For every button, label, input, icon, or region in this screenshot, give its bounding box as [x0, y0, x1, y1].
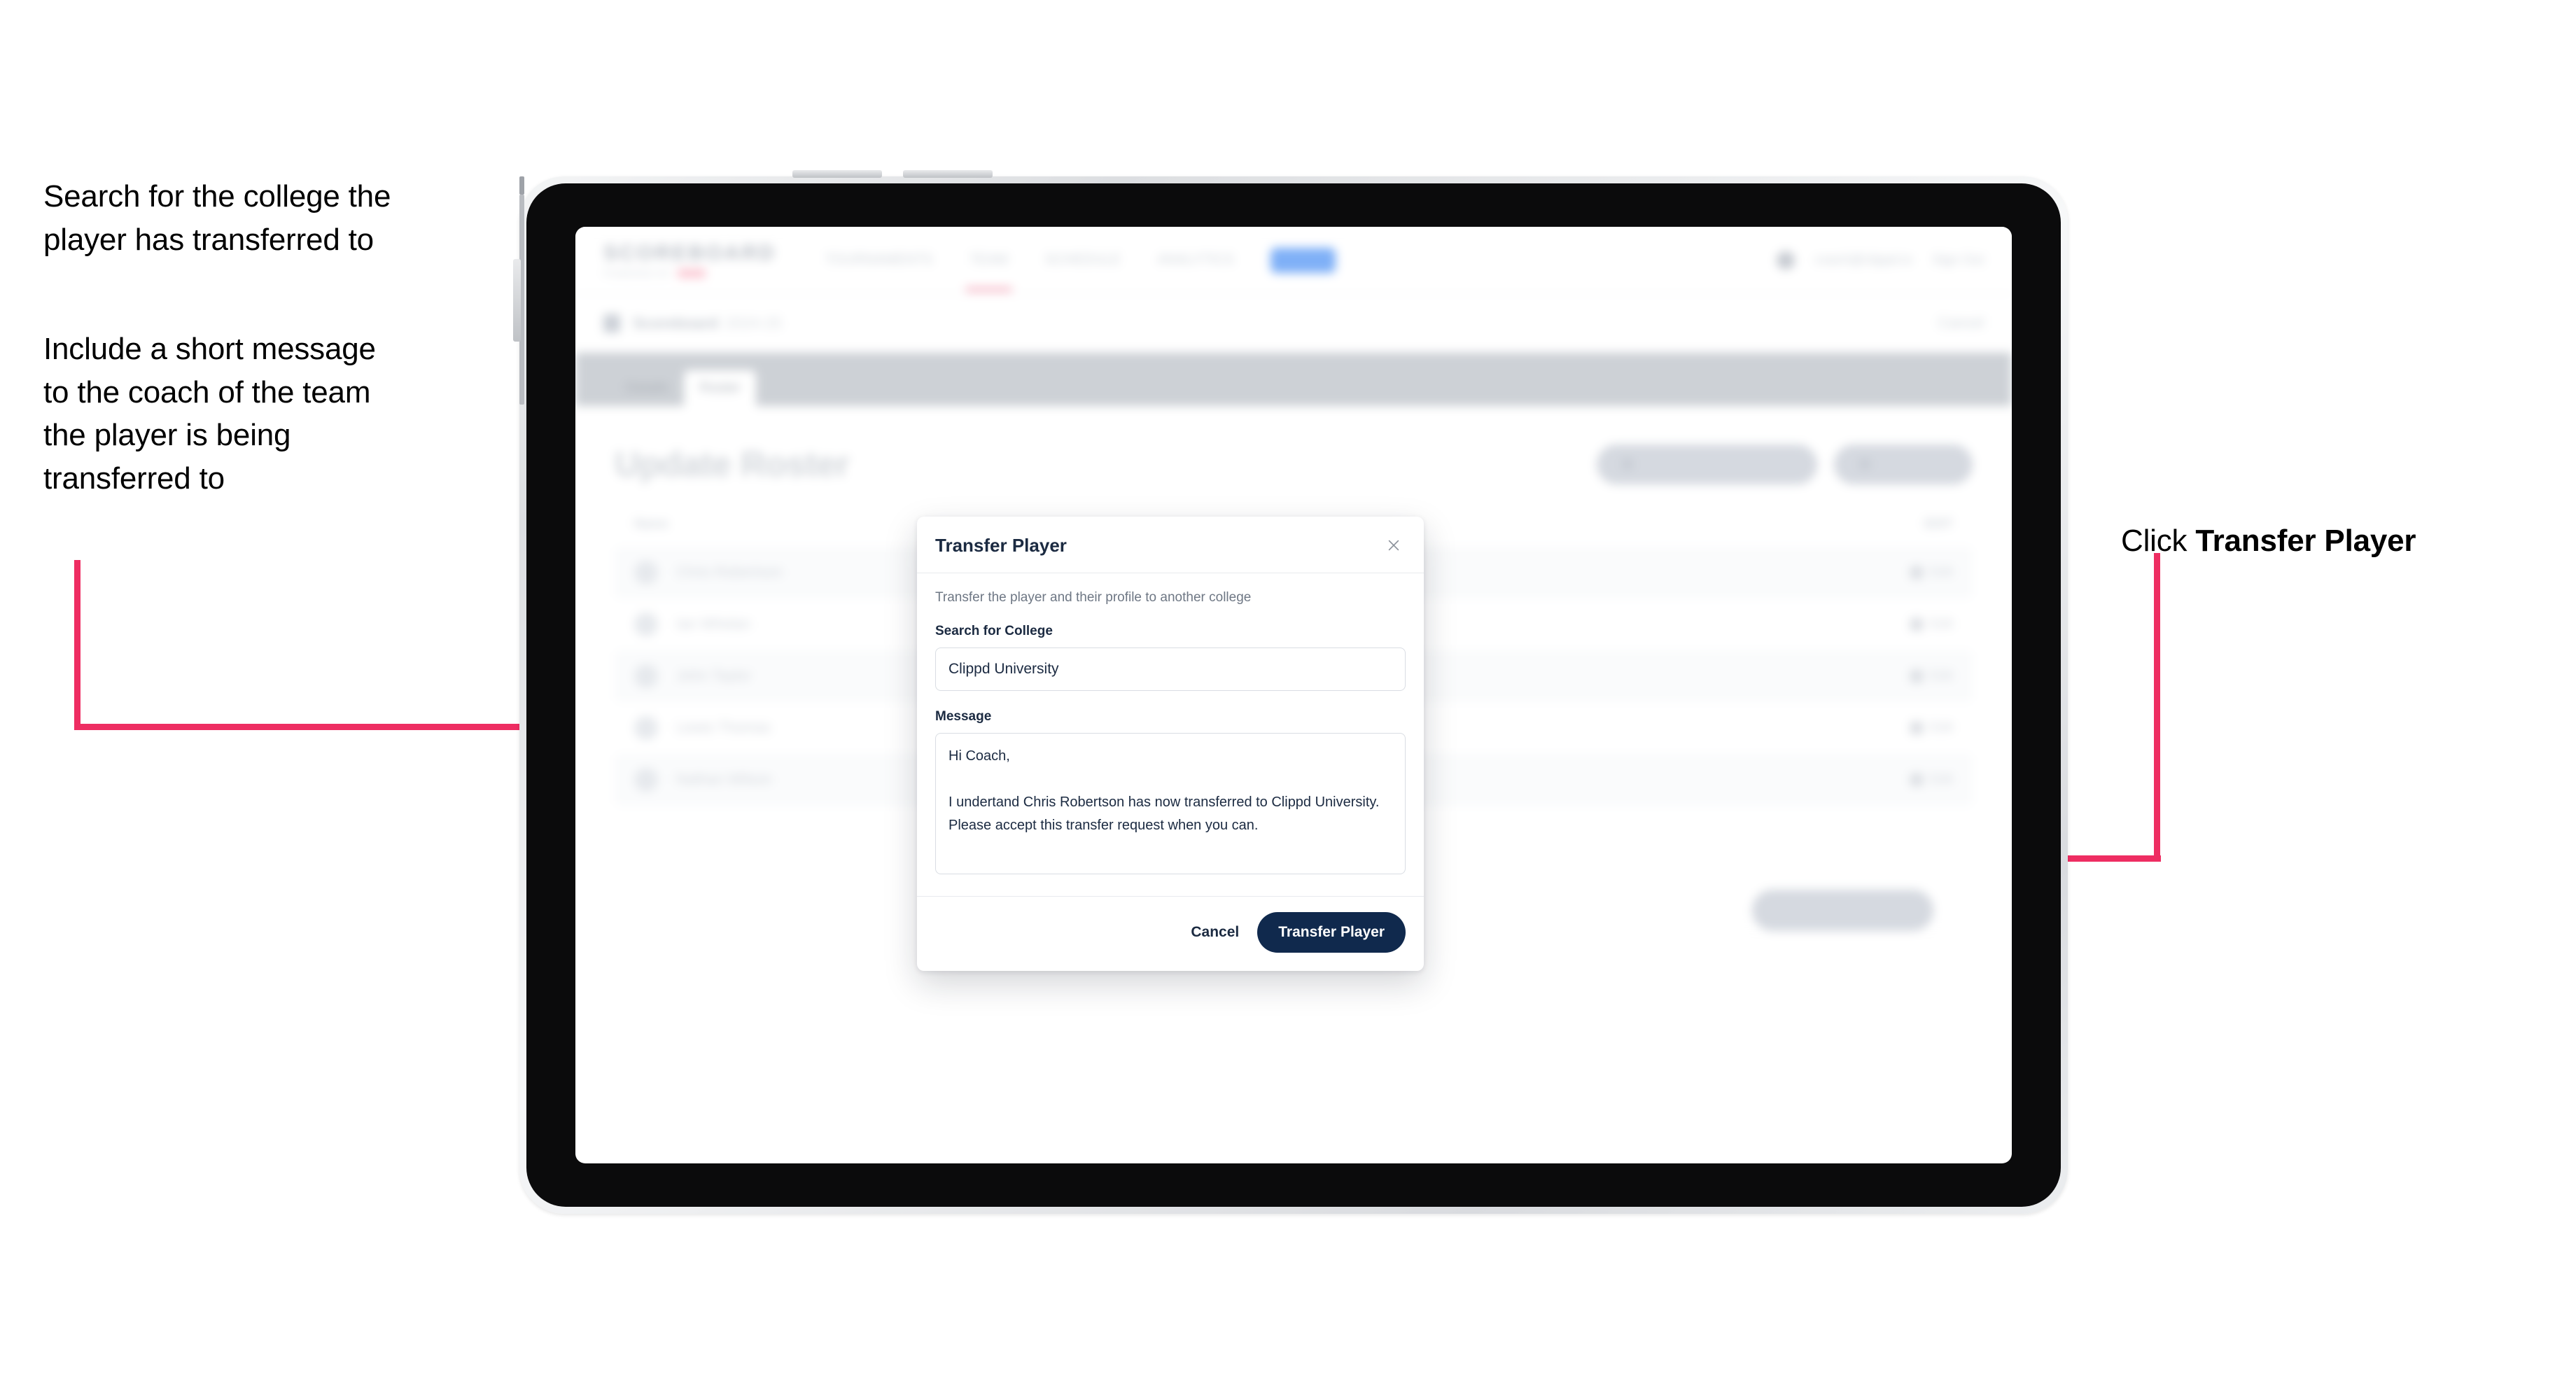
- annotation-arrow-left-vertical: [74, 560, 80, 730]
- avatar: [634, 664, 658, 688]
- close-icon[interactable]: [1382, 533, 1406, 557]
- power-button[interactable]: [513, 259, 521, 342]
- edit-link[interactable]: Edit: [1848, 772, 1953, 788]
- pencil-icon: [1910, 618, 1924, 631]
- edit-link[interactable]: Edit: [1848, 720, 1953, 736]
- annotation-include-message: Include a short message to the coach of …: [43, 332, 376, 496]
- app-subbar: Scoreboard 2024-25 Cancel: [575, 294, 2012, 353]
- modal-footer: Cancel Transfer Player: [917, 896, 1424, 971]
- screenshot-canvas: Search for the college the player has tr…: [0, 0, 2576, 1386]
- tab-roster[interactable]: Roster: [684, 370, 757, 406]
- edit-label: Edit: [1930, 720, 1953, 735]
- team-crest-icon: [603, 314, 620, 332]
- modal-description: Transfer the player and their profile to…: [935, 590, 1252, 605]
- navbar-user-area: coach@clippd.io Sign Out: [1777, 251, 1984, 270]
- avatar: [634, 716, 658, 740]
- modal-header: Transfer Player: [917, 517, 1424, 573]
- modal-body: Transfer the player and their profile to…: [917, 573, 1424, 896]
- edit-label: Edit: [1930, 565, 1953, 580]
- add-player-button[interactable]: Add Player: [1834, 444, 1973, 484]
- annotation-arrow-right-vertical: [2154, 553, 2160, 861]
- edit-link[interactable]: Edit: [1848, 565, 1953, 580]
- edit-link[interactable]: Edit: [1848, 617, 1953, 632]
- college-search-input[interactable]: [935, 648, 1406, 691]
- antenna-band-top: [519, 176, 524, 195]
- brand-accent-mark-icon: [678, 269, 706, 278]
- message-field-label: Message: [935, 709, 992, 724]
- nav-link-more[interactable]: MORE: [1270, 247, 1336, 273]
- column-header-edit: EDIT: [1924, 517, 1953, 531]
- sign-out-link[interactable]: Sign Out: [1932, 253, 1984, 268]
- page-title: Update Roster: [615, 444, 850, 484]
- avatar: [634, 612, 658, 636]
- save-and-continue-button[interactable]: Save And Continue: [1751, 890, 1933, 931]
- pencil-icon: [1910, 722, 1924, 734]
- transfer-player-button[interactable]: Transfer Player: [1257, 912, 1406, 953]
- brand-name: SCOREBOARD: [603, 241, 776, 265]
- nav-link-team[interactable]: TEAM: [965, 252, 1012, 292]
- annotation-bold: Transfer Player: [2195, 523, 2416, 558]
- subbar-title: Scoreboard: [633, 314, 719, 332]
- edit-label: Edit: [1930, 617, 1953, 631]
- tablet-device-frame: SCOREBOARD POWERED BY TOURNAMENTS TEAM S…: [513, 170, 2068, 1214]
- edit-label: Edit: [1930, 772, 1953, 787]
- message-textarea[interactable]: [935, 733, 1406, 874]
- user-avatar-icon[interactable]: [1777, 251, 1795, 270]
- navbar-links: TOURNAMENTS TEAM SCHEDULE ANALYTICS MORE: [825, 247, 1336, 292]
- nav-link-tournaments[interactable]: TOURNAMENTS: [825, 252, 933, 268]
- nav-link-schedule[interactable]: SCHEDULE: [1044, 252, 1121, 268]
- user-email: coach@clippd.io: [1814, 252, 1913, 267]
- field-spacer: [935, 691, 1406, 709]
- transfer-player-modal: Transfer Player Transfer the player and …: [917, 517, 1424, 971]
- brand-logo[interactable]: SCOREBOARD POWERED BY: [603, 241, 776, 279]
- pencil-icon: [1910, 566, 1924, 579]
- annotation-search-college: Search for the college the player has tr…: [43, 179, 391, 257]
- page-header: Update Roster Request Player Transfer Ad…: [615, 444, 1973, 484]
- pencil-icon: [1910, 670, 1924, 682]
- page-actions: Request Player Transfer Add Player: [1596, 444, 1973, 484]
- edit-link[interactable]: Edit: [1848, 668, 1953, 684]
- college-field-label: Search for College: [935, 624, 1053, 638]
- subbar-subtitle: 2024-25: [725, 314, 783, 332]
- device-bezel: SCOREBOARD POWERED BY TOURNAMENTS TEAM S…: [526, 183, 2061, 1207]
- transfer-icon: [1621, 458, 1633, 470]
- brand-subline: POWERED BY: [603, 268, 776, 279]
- app-navbar: SCOREBOARD POWERED BY TOURNAMENTS TEAM S…: [575, 227, 2012, 294]
- subbar-cancel-link[interactable]: Cancel: [1938, 315, 1984, 332]
- volume-up-button[interactable]: [792, 170, 882, 178]
- pencil-icon: [1910, 774, 1924, 786]
- edit-label: Edit: [1930, 668, 1953, 683]
- brand-sub-text: POWERED BY: [603, 268, 673, 279]
- app-tabbar: Details Roster: [575, 353, 2012, 406]
- add-player-label: Add Player: [1879, 456, 1947, 472]
- avatar: [634, 561, 658, 584]
- tab-details[interactable]: Details: [610, 370, 684, 406]
- device-screen: SCOREBOARD POWERED BY TOURNAMENTS TEAM S…: [575, 227, 2012, 1163]
- volume-down-button[interactable]: [903, 170, 993, 178]
- annotation-click-transfer-player: Click Transfer Player: [2121, 476, 2513, 562]
- avatar: [634, 768, 658, 792]
- request-player-transfer-label: Request Player Transfer: [1641, 456, 1793, 472]
- plus-icon: [1859, 458, 1871, 470]
- request-player-transfer-button[interactable]: Request Player Transfer: [1596, 444, 1818, 484]
- modal-title: Transfer Player: [935, 534, 1067, 556]
- nav-link-analytics[interactable]: ANALYTICS: [1157, 252, 1234, 268]
- cancel-button[interactable]: Cancel: [1191, 924, 1239, 941]
